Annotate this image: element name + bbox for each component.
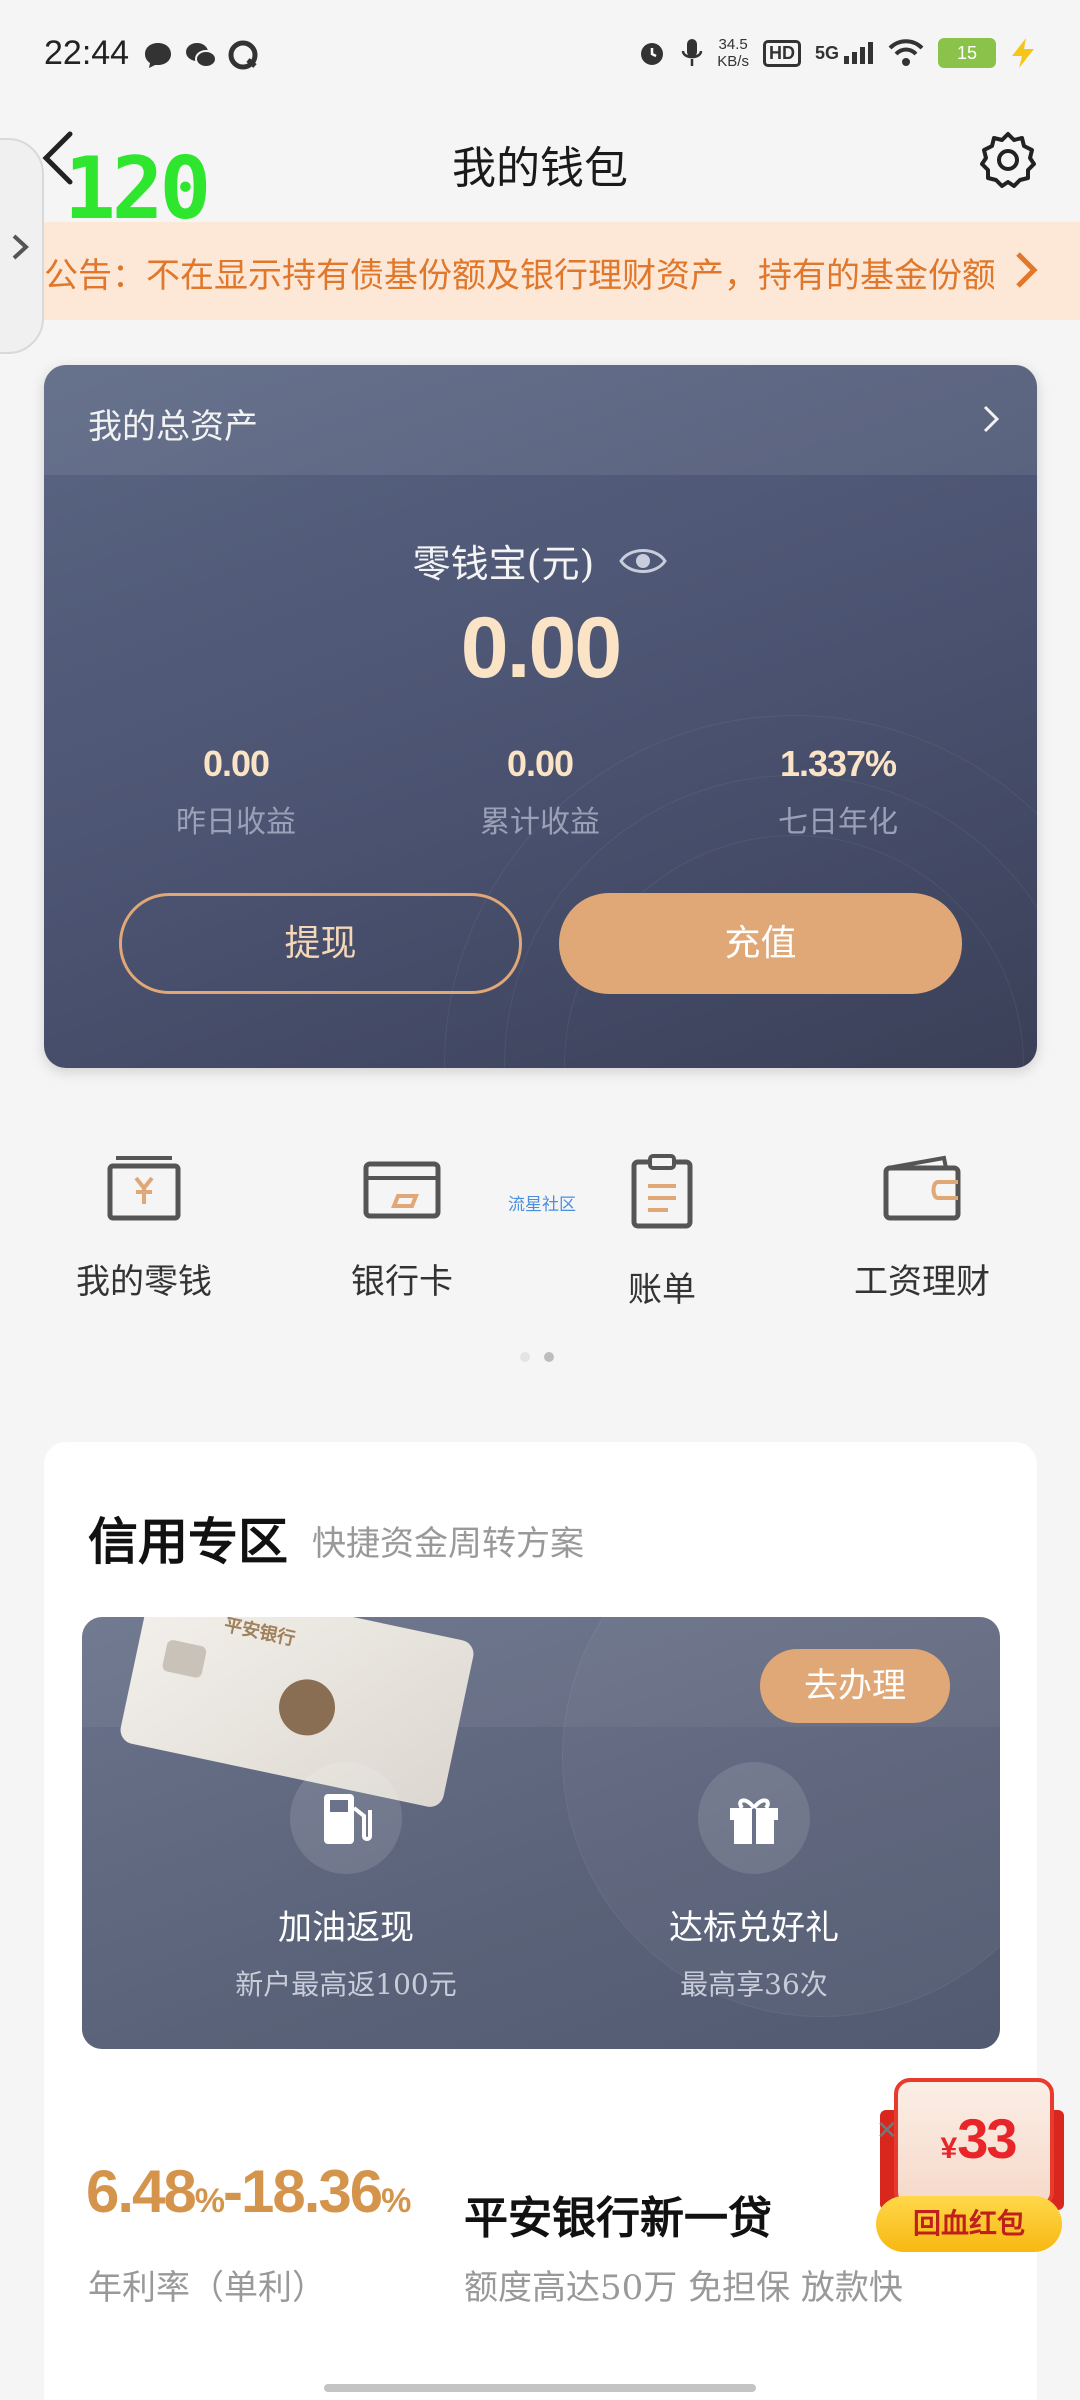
card-brand: 平安银行 [222,1617,297,1651]
total-assets-card: 我的总资产 零钱宝(元) 0.00 0.00 昨日收益 0.00 累计收益 1.… [44,365,1037,1068]
chevron-right-icon [983,405,1000,433]
loan-rate: 6.48%-18.36% [86,2158,411,2225]
promo-icon-bg [698,1762,810,1874]
shortcut-pager [520,1352,554,1362]
promo-item-subtitle: 最高享36次 [680,1968,828,2001]
page-title: 我的钱包 [452,143,628,194]
hd-icon: HD [762,39,801,67]
credit-title: 信用专区 [88,1512,288,1571]
promo-item-title: 达标兑好礼 [669,1908,839,1948]
chevron-right-icon [12,234,29,260]
qq-browser-icon [228,40,258,70]
app-header: 120 我的钱包 [0,96,1080,232]
bill-clipboard-icon [631,1154,693,1229]
card-chip [161,1639,208,1679]
notice-text: 公告：不在显示持有债基份额及银行理财资产，持有的基金份额: [44,256,994,296]
gear-icon[interactable] [978,130,1038,190]
pager-dot-active[interactable] [544,1352,554,1362]
close-icon[interactable]: ✕ [876,2116,898,2146]
side-drawer-handle[interactable] [0,138,44,354]
red-packet-currency: ¥ [940,2132,958,2165]
shortcut-bill[interactable]: 账单 [552,1152,772,1311]
gift-icon [730,1798,778,1844]
card-piggy-art [273,1674,341,1741]
network-type: 5G [814,43,839,63]
promo-icon-bg [290,1762,402,1874]
status-time: 22:44 [44,34,130,72]
red-packet-label: 回血红包 [876,2196,1062,2252]
status-bar: 22:44 34.5 KB/s HD 5G 15 [0,0,1080,96]
promo-item-title: 加油返现 [278,1908,414,1948]
signal-5g-icon: 5G [815,42,874,64]
network-speed-unit: KB/s [717,53,749,70]
stat-yesterday-earnings: 0.00 昨日收益 [86,743,386,841]
shortcut-my-change[interactable]: 我的零钱 [34,1152,254,1303]
red-packet-float[interactable]: ¥33 ✕ 回血红包 [870,2070,1070,2260]
pager-dot[interactable] [520,1352,530,1362]
shortcut-label: 账单 [628,1270,696,1310]
message-icon [145,43,171,68]
apply-button[interactable]: 去办理 [760,1649,950,1723]
promo-gift-reward[interactable]: 达标兑好礼 最高享36次 [604,1762,904,2003]
alarm-icon [641,43,664,65]
recharge-button[interactable]: 充值 [559,893,962,994]
wifi-icon [888,39,924,66]
stat-value: 0.00 [506,743,574,784]
promo-item-subtitle: 新户最高返100元 [235,1968,457,2001]
wechat-icon [186,43,217,68]
yuan-wallet-icon [107,1156,181,1221]
stat-seven-day-yield: 1.337% 七日年化 [688,743,988,841]
shortcut-label: 银行卡 [351,1262,453,1302]
red-packet-amount: ¥33 [898,2106,1058,2171]
shortcut-label: 我的零钱 [76,1262,212,1302]
battery-icon: 15 [938,38,996,68]
stat-label: 累计收益 [480,805,600,840]
red-packet-body: ¥33 [894,2078,1054,2208]
status-icons: 34.5 KB/s HD 5G 15 [637,36,1036,70]
stat-total-earnings: 0.00 累计收益 [390,743,690,841]
withdraw-button[interactable]: 提现 [119,893,522,994]
shortcut-bank-card[interactable]: 银行卡 [292,1152,512,1303]
chevron-right-icon[interactable] [1014,250,1038,290]
loan-rate-unit: % [381,2182,411,2220]
microphone-icon [682,39,703,66]
notification-icons [142,40,258,70]
balance-label-text: 零钱宝(元) [412,542,595,586]
home-indicator[interactable] [324,2384,756,2392]
stat-value: 0.00 [202,743,270,784]
network-speed: 34.5 KB/s [717,36,749,70]
promo-fuel-cashback[interactable]: 加油返现 新户最高返100元 [196,1762,496,2003]
loan-rate-high: 18.36 [241,2158,383,2225]
shortcut-salary-finance[interactable]: 工资理财 [812,1152,1032,1303]
stat-value: 1.337% [779,743,897,784]
balance-label: 零钱宝(元) [44,533,1037,588]
credit-subtitle: 快捷资金周转方案 [312,1524,584,1564]
total-assets-header[interactable]: 我的总资产 [44,365,1037,475]
fuel-pump-icon [324,1794,372,1844]
wallet-icon [883,1155,961,1221]
loan-rate-label: 年利率（单利） [88,2268,326,2308]
balance-value: 0.00 [460,600,622,696]
loan-product-name[interactable]: 平安银行新一贷 [464,2182,772,2246]
charging-icon [1012,38,1034,68]
total-assets-title: 我的总资产 [88,407,258,447]
stat-label: 七日年化 [778,805,898,840]
loan-rate-low: 6.48 [86,2158,197,2225]
network-speed-value: 34.5 [718,36,748,53]
loan-rate-unit: % [194,2182,225,2220]
credit-card-promo[interactable]: 平安银行 去办理 加油返现 新户最高返100元 达标兑好礼 最高享36次 [82,1617,1000,2049]
shortcut-grid: 我的零钱 银行卡 流星社区 账单 工资理财 [0,1140,1080,1340]
shortcut-label: 工资理财 [854,1262,990,1302]
eye-icon[interactable] [618,544,668,578]
bank-card-icon [363,1161,441,1219]
stat-label: 昨日收益 [176,805,296,840]
red-packet-value: 33 [957,2107,1017,2170]
notice-banner[interactable]: 公告：不在显示持有债基份额及银行理财资产，持有的基金份额: [0,222,1080,320]
loan-description: 额度高达50万 免担保 放款快 [464,2268,903,2308]
